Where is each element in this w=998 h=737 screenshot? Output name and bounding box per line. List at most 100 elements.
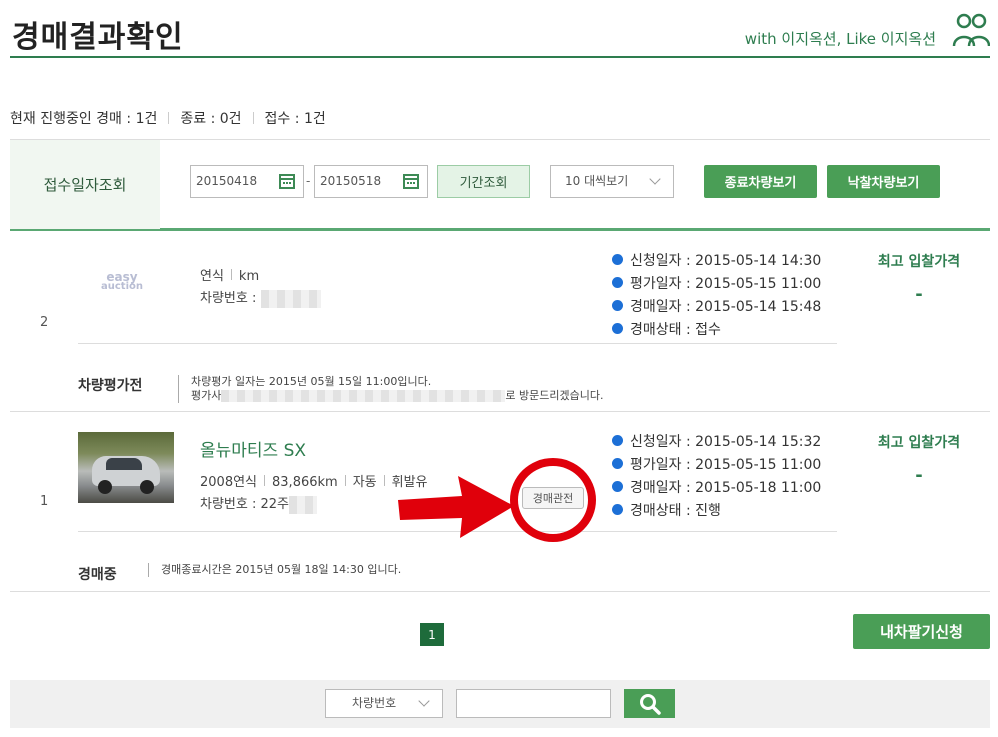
- bullet-dot-icon: [612, 254, 623, 265]
- chevron-down-icon: [418, 695, 430, 707]
- easy-auction-logo: easy auction: [101, 270, 143, 292]
- divider: [252, 112, 254, 124]
- spec-year: 연식: [200, 269, 224, 284]
- divider: [264, 475, 266, 486]
- slogan: with 이지옥션, Like 이지옥션: [744, 30, 936, 48]
- status-text: 경매상태 : 진행: [630, 502, 721, 519]
- bullet-dot-icon: [612, 481, 623, 492]
- view-count-value: 10 대씩보기: [565, 174, 629, 188]
- status-item: 신청일자 : 2015-05-14 14:30: [612, 248, 821, 271]
- status-text: 평가일자 : 2015-05-15 11:00: [630, 456, 822, 473]
- row-sub-title: 차량평가전: [78, 378, 143, 394]
- bullet-dot-icon: [612, 458, 623, 469]
- received-count: 1건: [303, 111, 326, 127]
- chevron-down-icon: [649, 173, 661, 185]
- ended-label: 종료 :: [180, 111, 216, 127]
- in-progress-label: 현재 진행중인 경매 :: [10, 111, 132, 127]
- auction-summary: 현재 진행중인 경매 : 1건 종료 : 0건 접수 : 1건: [10, 108, 326, 128]
- status-text: 신청일자 : 2015-05-14 14:30: [630, 252, 822, 269]
- divider: [78, 343, 837, 344]
- car-name-link[interactable]: 올뉴마티즈 SX: [200, 436, 306, 461]
- date-from-value: 20150418: [196, 174, 258, 188]
- row-number: 1: [40, 494, 49, 509]
- status-list: 신청일자 : 2015-05-14 15:32 평가일자 : 2015-05-1…: [612, 429, 821, 521]
- status-item: 경매일자 : 2015-05-18 11:00: [612, 475, 821, 498]
- spec-year: 2008연식: [200, 475, 258, 490]
- red-circle-annotation: [510, 458, 596, 542]
- car-wheel: [98, 480, 112, 494]
- status-text: 경매일자 : 2015-05-14 15:48: [630, 298, 822, 315]
- red-arrow-annotation: [398, 476, 514, 538]
- status-text: 경매일자 : 2015-05-18 11:00: [630, 479, 822, 496]
- car-specs: 연식 km: [200, 265, 259, 284]
- spec-transmission: 자동: [352, 475, 377, 490]
- search-field-value: 차량번호: [352, 696, 397, 710]
- row-sub-title: 경매중: [78, 567, 117, 583]
- status-text: 평가일자 : 2015-05-15 11:00: [630, 275, 822, 292]
- note-prefix: 평가사: [191, 389, 222, 402]
- status-item: 경매상태 : 접수: [612, 317, 821, 340]
- car-photo[interactable]: [78, 432, 174, 503]
- ended-cars-button[interactable]: 종료차량보기: [704, 165, 817, 198]
- date-to-input[interactable]: 20150518: [314, 165, 428, 198]
- bullet-dot-icon: [612, 300, 623, 311]
- row-number: 2: [40, 315, 49, 330]
- highest-bid-value: -: [915, 465, 923, 486]
- won-cars-button[interactable]: 낙찰차량보기: [827, 165, 940, 198]
- car-specs: 2008연식 83,866km 자동 휘발유: [200, 471, 428, 490]
- sell-my-car-button[interactable]: 내차팔기신청: [853, 614, 990, 649]
- plate-label: 차량번호 : 22주: [200, 497, 289, 512]
- plate-label: 차량번호 :: [200, 291, 257, 306]
- highest-bid-label: 최고 입찰가격: [877, 254, 961, 270]
- status-text: 신청일자 : 2015-05-14 15:32: [630, 433, 822, 450]
- note-suffix: 로 방문드리겠습니다.: [505, 389, 604, 402]
- car-plate: 차량번호 : 22주: [200, 493, 317, 514]
- blurred-text: [221, 390, 506, 402]
- page-1-button[interactable]: 1: [420, 623, 444, 646]
- in-progress-count: 1건: [135, 111, 158, 127]
- people-icon: [952, 13, 990, 47]
- row-sub-note: 차량평가 일자는 2015년 05월 15일 11:00입니다. 평가사 로 방문…: [178, 375, 603, 403]
- status-item: 신청일자 : 2015-05-14 15:32: [612, 429, 821, 452]
- status-list: 신청일자 : 2015-05-14 14:30 평가일자 : 2015-05-1…: [612, 248, 821, 340]
- status-item: 평가일자 : 2015-05-15 11:00: [612, 271, 821, 294]
- bullet-dot-icon: [612, 504, 623, 515]
- search-input[interactable]: [456, 689, 611, 718]
- search-icon: [639, 693, 661, 715]
- period-search-button[interactable]: 기간조회: [437, 165, 530, 198]
- divider: [230, 269, 232, 280]
- divider: [168, 112, 170, 124]
- note-line: 평가사 로 방문드리겠습니다.: [191, 389, 603, 403]
- row-separator: [10, 411, 990, 412]
- date-range-dash: -: [306, 174, 311, 188]
- row-sub-note: 경매종료시간은 2015년 05월 18일 14:30 입니다.: [148, 563, 401, 577]
- status-item: 경매일자 : 2015-05-14 15:48: [612, 294, 821, 317]
- date-to-value: 20150518: [320, 174, 382, 188]
- car-plate: 차량번호 :: [200, 287, 321, 308]
- highest-bid-label: 최고 입찰가격: [877, 435, 961, 451]
- calendar-icon[interactable]: [279, 174, 295, 189]
- received-label: 접수 :: [264, 111, 300, 127]
- blurred-plate: [289, 495, 317, 514]
- blurred-plate: [260, 289, 321, 308]
- status-text: 경매상태 : 접수: [630, 321, 721, 338]
- view-count-select[interactable]: 10 대씩보기: [550, 165, 674, 198]
- date-filter-bar: 접수일자조회 20150418 - 20150518 기간조회 10 대씩보기 …: [10, 139, 990, 231]
- page-title: 경매결과확인: [12, 20, 184, 55]
- status-item: 경매상태 : 진행: [612, 498, 821, 521]
- calendar-icon[interactable]: [403, 174, 419, 189]
- spec-km: 83,866km: [272, 475, 338, 490]
- row-separator: [10, 591, 990, 592]
- page-header: 경매결과확인 with 이지옥션, Like 이지옥션: [10, 0, 990, 58]
- divider: [344, 475, 346, 486]
- ended-count: 0건: [219, 111, 242, 127]
- bullet-dot-icon: [612, 323, 623, 334]
- divider: [383, 475, 385, 486]
- note-line: 차량평가 일자는 2015년 05월 15일 11:00입니다.: [191, 375, 432, 388]
- car-window: [106, 458, 142, 470]
- search-field-select[interactable]: 차량번호: [325, 689, 443, 718]
- highest-bid-value: -: [915, 284, 923, 305]
- date-from-input[interactable]: 20150418: [190, 165, 304, 198]
- car-wheel: [140, 480, 154, 494]
- search-button[interactable]: [624, 689, 675, 718]
